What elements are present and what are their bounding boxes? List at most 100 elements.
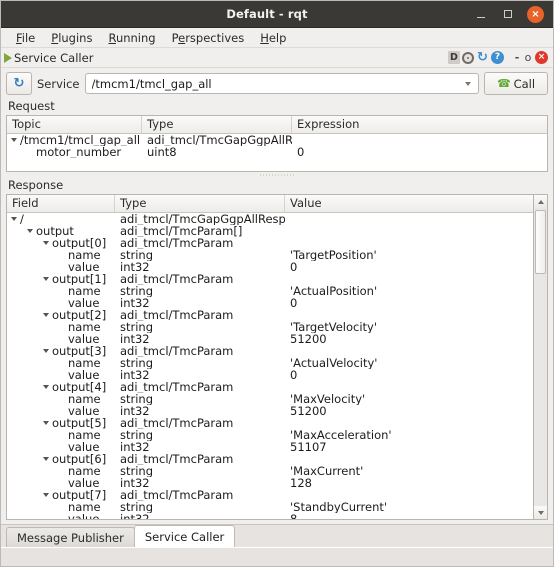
scroll-up-icon[interactable] — [534, 195, 547, 208]
row-field[interactable]: value — [7, 297, 115, 309]
gear-icon[interactable] — [462, 51, 474, 64]
scroll-down-icon[interactable] — [534, 506, 547, 519]
menu-item-help[interactable]: Help — [253, 30, 293, 46]
table-row[interactable]: output adi_tmcl/TmcParam[] — [7, 225, 533, 237]
row-value[interactable]: 'ActualPosition' — [285, 285, 533, 297]
row-field[interactable]: motor_number — [7, 146, 142, 158]
row-field[interactable]: output — [7, 225, 115, 237]
expand-arrow-icon[interactable] — [43, 421, 49, 425]
row-field[interactable]: output[7] — [7, 489, 115, 501]
table-row[interactable]: value int32 0 — [7, 297, 533, 309]
table-row[interactable]: value int32 51107 — [7, 441, 533, 453]
menu-item-perspectives[interactable]: Perspectives — [165, 30, 252, 46]
row-value[interactable]: 51200 — [285, 405, 533, 417]
response-scrollbar[interactable] — [534, 194, 548, 520]
row-field[interactable]: name — [7, 429, 115, 441]
row-value[interactable]: 0 — [285, 261, 533, 273]
service-combobox[interactable]: /tmcm1/tmcl_gap_all — [84, 73, 479, 94]
row-field[interactable]: name — [7, 249, 115, 261]
dock-float-icon[interactable]: o — [523, 51, 533, 64]
response-column-type[interactable]: Type — [115, 195, 285, 212]
row-field[interactable]: value — [7, 405, 115, 417]
table-row[interactable]: value int32 0 — [7, 369, 533, 381]
row-value[interactable]: 51107 — [285, 441, 533, 453]
refresh-button[interactable]: ↻ — [6, 72, 32, 95]
dock-minimize-icon[interactable]: - — [513, 51, 521, 64]
row-value[interactable]: 'TargetVelocity' — [285, 321, 533, 333]
scrollbar-track[interactable] — [534, 208, 547, 506]
row-field[interactable]: name — [7, 321, 115, 333]
row-field[interactable]: value — [7, 513, 115, 519]
row-field[interactable]: output[5] — [7, 417, 115, 429]
row-field[interactable]: value — [7, 441, 115, 453]
expand-arrow-icon[interactable] — [11, 217, 17, 221]
minimize-icon[interactable] — [473, 7, 488, 22]
row-field[interactable]: name — [7, 393, 115, 405]
expand-arrow-icon[interactable] — [43, 385, 49, 389]
row-field[interactable]: name — [7, 501, 115, 513]
table-row[interactable]: value int32 51200 — [7, 333, 533, 345]
row-value[interactable]: 8 — [285, 513, 533, 519]
expand-arrow-icon[interactable] — [43, 457, 49, 461]
table-row[interactable]: name string 'ActualPosition' — [7, 285, 533, 297]
table-row[interactable]: name string 'MaxVelocity' — [7, 393, 533, 405]
request-column-topic[interactable]: Topic — [7, 116, 142, 133]
table-row[interactable]: value int328 — [7, 513, 533, 519]
row-field[interactable]: output[6] — [7, 453, 115, 465]
close-icon[interactable]: × — [527, 5, 544, 23]
row-value[interactable]: 128 — [285, 477, 533, 489]
dock-close-icon[interactable]: × — [535, 51, 548, 64]
request-column-expression[interactable]: Expression — [292, 116, 547, 133]
dock-label-icon[interactable]: D — [448, 51, 460, 64]
table-row[interactable]: motor_number uint8 0 — [7, 146, 547, 158]
table-row[interactable]: output[3] adi_tmcl/TmcParam — [7, 345, 533, 357]
row-field[interactable]: value — [7, 261, 115, 273]
row-value[interactable]: 'MaxVelocity' — [285, 393, 533, 405]
row-field[interactable]: /tmcm1/tmcl_gap_all — [7, 134, 142, 146]
row-field[interactable]: name — [7, 357, 115, 369]
row-value[interactable]: 'TargetPosition' — [285, 249, 533, 261]
maximize-icon[interactable] — [500, 7, 515, 22]
table-row[interactable]: output[7] adi_tmcl/TmcParam — [7, 489, 533, 501]
table-row[interactable]: output[5] adi_tmcl/TmcParam — [7, 417, 533, 429]
menu-item-running[interactable]: Running — [101, 30, 162, 46]
expand-arrow-icon[interactable] — [43, 241, 49, 245]
row-value[interactable]: 'StandbyCurrent' — [285, 501, 533, 513]
request-column-type[interactable]: Type — [142, 116, 292, 133]
expand-arrow-icon[interactable] — [43, 349, 49, 353]
table-row[interactable]: name string 'ActualVelocity' — [7, 357, 533, 369]
row-field[interactable]: value — [7, 369, 115, 381]
row-value[interactable]: 0 — [292, 146, 547, 158]
row-field[interactable]: value — [7, 477, 115, 489]
tab-message-publisher[interactable]: Message Publisher — [6, 527, 135, 547]
table-row[interactable]: value int32 51200 — [7, 405, 533, 417]
row-value[interactable]: 0 — [285, 369, 533, 381]
row-field[interactable]: / — [7, 213, 115, 225]
expand-arrow-icon[interactable] — [43, 313, 49, 317]
table-row[interactable]: output[1] adi_tmcl/TmcParam — [7, 273, 533, 285]
row-value[interactable]: 51200 — [285, 333, 533, 345]
row-value[interactable]: 0 — [285, 297, 533, 309]
reload-icon[interactable]: ↻ — [476, 51, 489, 64]
help-icon[interactable]: ? — [491, 51, 504, 64]
row-field[interactable]: name — [7, 285, 115, 297]
menu-item-plugins[interactable]: Plugins — [44, 30, 99, 46]
table-row[interactable]: name string 'MaxAcceleration' — [7, 429, 533, 441]
row-field[interactable]: output[4] — [7, 381, 115, 393]
table-row[interactable]: value int32 0 — [7, 261, 533, 273]
table-row[interactable]: output[2] adi_tmcl/TmcParam — [7, 309, 533, 321]
table-row[interactable]: output[4] adi_tmcl/TmcParam — [7, 381, 533, 393]
expand-arrow-icon[interactable] — [43, 277, 49, 281]
row-field[interactable]: output[2] — [7, 309, 115, 321]
row-value[interactable]: 'MaxAcceleration' — [285, 429, 533, 441]
table-row[interactable]: /tmcm1/tmcl_gap_all adi_tmcl/TmcGapGgpAll… — [7, 134, 547, 146]
scrollbar-thumb[interactable] — [535, 210, 546, 274]
row-field[interactable]: name — [7, 465, 115, 477]
tab-service-caller[interactable]: Service Caller — [133, 525, 236, 547]
table-row[interactable]: name string 'MaxCurrent' — [7, 465, 533, 477]
row-field[interactable]: output[3] — [7, 345, 115, 357]
table-row[interactable]: value int32 128 — [7, 477, 533, 489]
table-row[interactable]: name string 'StandbyCurrent' — [7, 501, 533, 513]
service-input[interactable]: /tmcm1/tmcl_gap_all — [92, 77, 465, 91]
response-column-value[interactable]: Value — [285, 195, 533, 212]
